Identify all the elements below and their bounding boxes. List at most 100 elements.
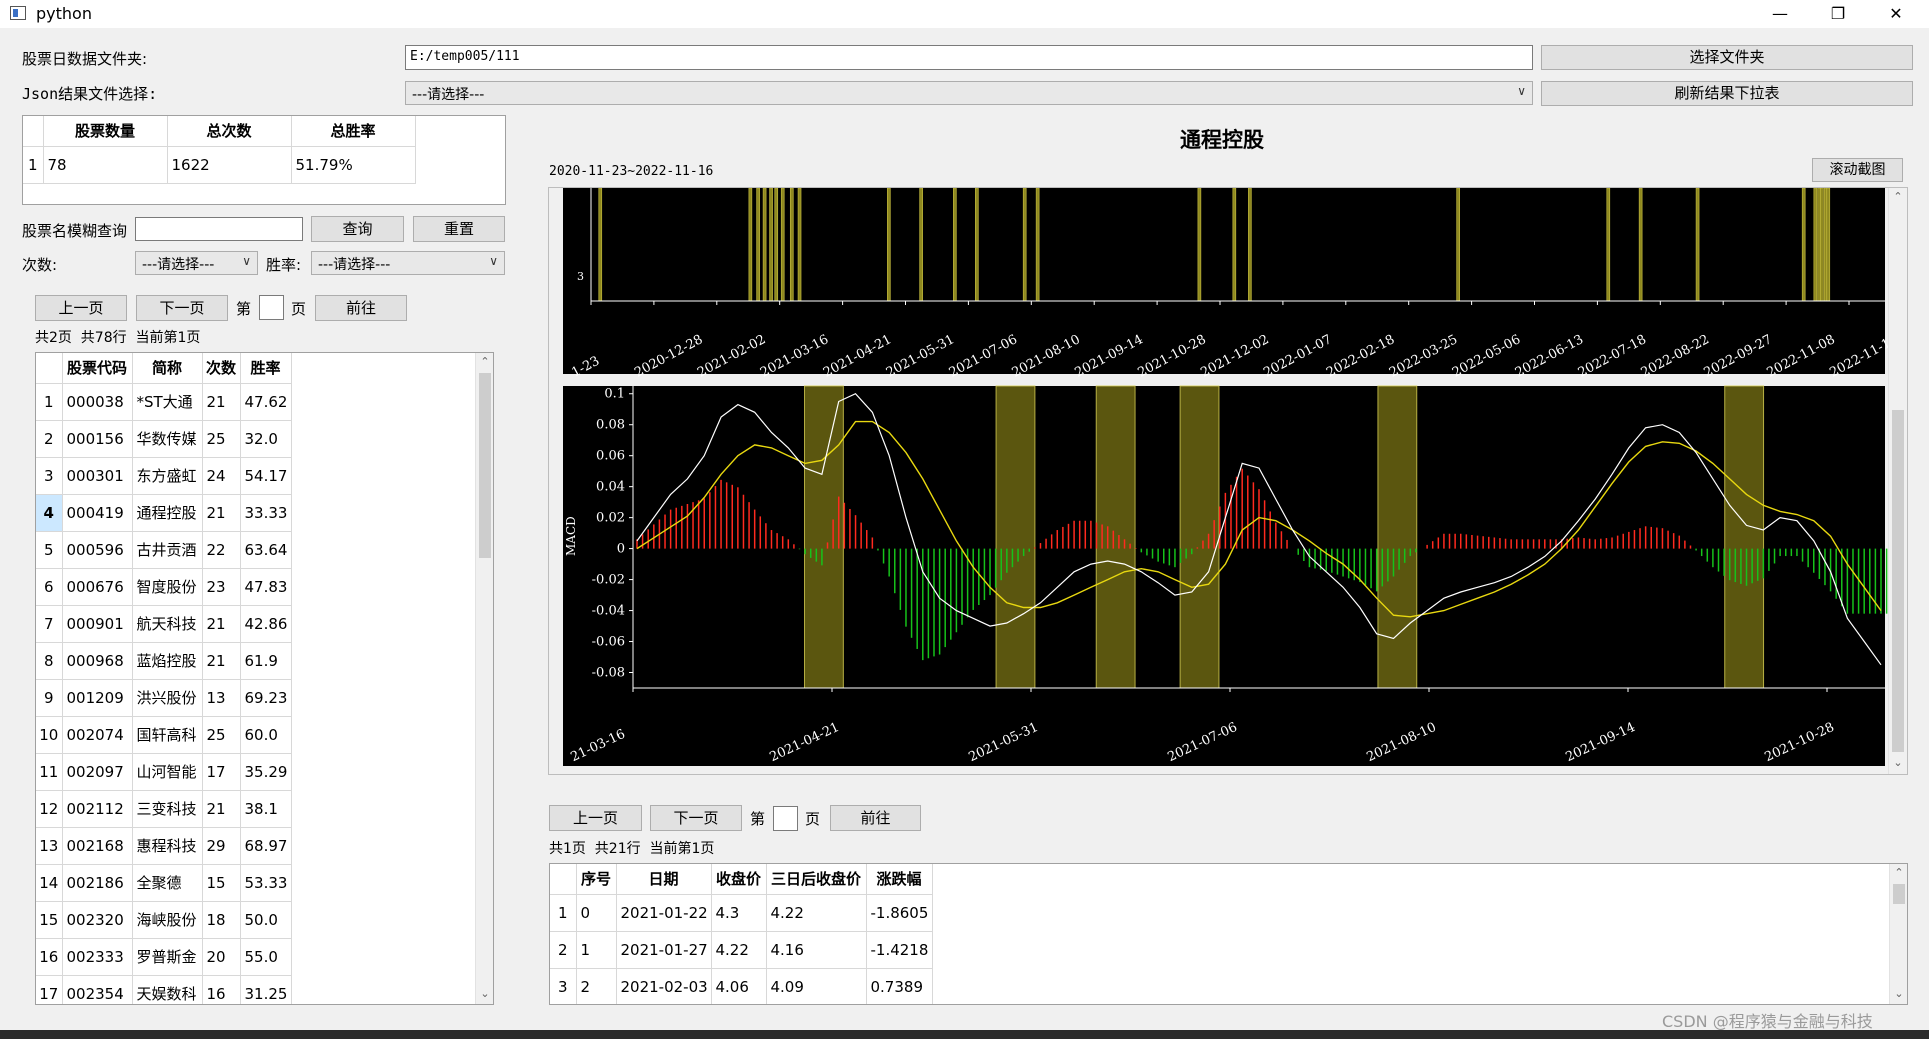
header-change[interactable]: 涨跌幅 bbox=[866, 864, 933, 895]
table-row[interactable]: 11 002097 山河智能 17 35.29 bbox=[36, 753, 292, 791]
stock-name[interactable]: 华数传媒 bbox=[132, 420, 203, 458]
stock-code[interactable]: 000596 bbox=[62, 531, 133, 569]
table-row[interactable]: 16 002333 罗普斯金 20 55.0 bbox=[36, 938, 292, 976]
table-row[interactable]: 7 000901 航天科技 21 42.86 bbox=[36, 605, 292, 643]
stock-code[interactable]: 000968 bbox=[62, 642, 133, 680]
stock-win-rate[interactable]: 68.97 bbox=[240, 827, 292, 865]
trade-close-3d[interactable]: 4.22 bbox=[766, 894, 867, 932]
stock-name[interactable]: 古井贡酒 bbox=[132, 531, 203, 569]
stock-win-rate[interactable]: 50.0 bbox=[240, 901, 292, 939]
scrollbar-thumb[interactable] bbox=[479, 373, 491, 558]
row-header[interactable]: 8 bbox=[36, 642, 63, 680]
trade-close-3d[interactable]: 4.16 bbox=[766, 931, 867, 969]
row-header[interactable]: 2 bbox=[550, 931, 577, 969]
row-header[interactable]: 16 bbox=[36, 938, 63, 976]
stock-name[interactable]: 山河智能 bbox=[132, 753, 203, 791]
stock-count[interactable]: 29 bbox=[202, 827, 241, 865]
trade-date[interactable]: 2021-01-27 bbox=[616, 931, 712, 969]
row-header[interactable]: 1 bbox=[23, 146, 44, 184]
scrollbar-thumb[interactable] bbox=[1892, 410, 1904, 752]
stock-win-rate[interactable]: 33.33 bbox=[240, 494, 292, 532]
table-row[interactable]: 13 002168 惠程科技 29 68.97 bbox=[36, 827, 292, 865]
stock-code[interactable]: 000419 bbox=[62, 494, 133, 532]
header-stock-code[interactable]: 股票代码 bbox=[62, 353, 133, 384]
stock-code[interactable]: 002074 bbox=[62, 716, 133, 754]
stock-code[interactable]: 000038 bbox=[62, 383, 133, 421]
trade-date[interactable]: 2021-02-03 bbox=[616, 968, 712, 1004]
stock-count[interactable]: 25 bbox=[202, 716, 241, 754]
stock-name[interactable]: *ST大通 bbox=[132, 383, 203, 421]
stock-count[interactable]: 22 bbox=[202, 531, 241, 569]
trade-index[interactable]: 1 bbox=[576, 931, 617, 969]
scroll-up-icon[interactable]: ⌃ bbox=[1889, 188, 1907, 206]
trade-close[interactable]: 4.3 bbox=[711, 894, 767, 932]
stock-count[interactable]: 23 bbox=[202, 568, 241, 606]
stock-count[interactable]: 17 bbox=[202, 753, 241, 791]
stock-code[interactable]: 000901 bbox=[62, 605, 133, 643]
stock-count[interactable]: 21 bbox=[202, 642, 241, 680]
stock-name[interactable]: 洪兴股份 bbox=[132, 679, 203, 717]
stock-win-rate[interactable]: 60.0 bbox=[240, 716, 292, 754]
stock-name[interactable]: 惠程科技 bbox=[132, 827, 203, 865]
left-go-button[interactable]: 前往 bbox=[315, 295, 407, 321]
stock-name[interactable]: 国轩高科 bbox=[132, 716, 203, 754]
stock-count[interactable]: 18 bbox=[202, 901, 241, 939]
summary-header-rate[interactable]: 总胜率 bbox=[291, 116, 416, 147]
stock-count[interactable]: 16 bbox=[202, 975, 241, 1004]
stock-code[interactable]: 000156 bbox=[62, 420, 133, 458]
stock-code[interactable]: 002168 bbox=[62, 827, 133, 865]
left-page-number-input[interactable] bbox=[259, 295, 284, 320]
header-win-rate[interactable]: 胜率 bbox=[240, 353, 292, 384]
stock-code[interactable]: 002186 bbox=[62, 864, 133, 902]
select-folder-button[interactable]: 选择文件夹 bbox=[1541, 45, 1913, 70]
stock-win-rate[interactable]: 53.33 bbox=[240, 864, 292, 902]
row-header[interactable]: 2 bbox=[36, 420, 63, 458]
table-row[interactable]: 12 002112 三变科技 21 38.1 bbox=[36, 790, 292, 828]
row-header[interactable]: 10 bbox=[36, 716, 63, 754]
trade-date[interactable]: 2021-01-22 bbox=[616, 894, 712, 932]
table-row[interactable]: 1 000038 *ST大通 21 47.62 bbox=[36, 383, 292, 421]
row-header[interactable]: 1 bbox=[550, 894, 577, 932]
stock-name[interactable]: 罗普斯金 bbox=[132, 938, 203, 976]
chart-scrollbar[interactable]: ⌃ ⌄ bbox=[1888, 188, 1906, 774]
row-header[interactable]: 9 bbox=[36, 679, 63, 717]
right-prev-page-button[interactable]: 上一页 bbox=[549, 805, 642, 831]
row-header[interactable]: 15 bbox=[36, 901, 63, 939]
scroll-down-icon[interactable]: ⌄ bbox=[1890, 985, 1907, 1003]
query-button[interactable]: 查询 bbox=[311, 216, 404, 242]
stock-count[interactable]: 15 bbox=[202, 864, 241, 902]
stock-count[interactable]: 25 bbox=[202, 420, 241, 458]
stock-name[interactable]: 东方盛虹 bbox=[132, 457, 203, 495]
stock-name[interactable]: 航天科技 bbox=[132, 605, 203, 643]
summary-header-count[interactable]: 股票数量 bbox=[43, 116, 168, 147]
stock-code[interactable]: 002112 bbox=[62, 790, 133, 828]
header-close[interactable]: 收盘价 bbox=[711, 864, 767, 895]
summary-win-rate[interactable]: 51.79% bbox=[291, 146, 416, 184]
stock-code[interactable]: 002320 bbox=[62, 901, 133, 939]
trade-close[interactable]: 4.06 bbox=[711, 968, 767, 1004]
stock-win-rate[interactable]: 35.29 bbox=[240, 753, 292, 791]
row-header[interactable]: 3 bbox=[36, 457, 63, 495]
row-header[interactable]: 17 bbox=[36, 975, 63, 1004]
stock-name[interactable]: 通程控股 bbox=[132, 494, 203, 532]
stock-name[interactable]: 智度股份 bbox=[132, 568, 203, 606]
trade-close[interactable]: 4.22 bbox=[711, 931, 767, 969]
trade-table-scrollbar[interactable]: ⌃ ⌄ bbox=[1889, 864, 1907, 1004]
row-header[interactable]: 11 bbox=[36, 753, 63, 791]
scroll-up-icon[interactable]: ⌃ bbox=[476, 353, 493, 371]
right-next-page-button[interactable]: 下一页 bbox=[650, 805, 742, 831]
stock-win-rate[interactable]: 54.17 bbox=[240, 457, 292, 495]
stock-win-rate[interactable]: 47.62 bbox=[240, 383, 292, 421]
table-row[interactable]: 2 1 2021-01-27 4.22 4.16 -1.4218 bbox=[550, 931, 933, 969]
stock-name[interactable]: 蓝焰控股 bbox=[132, 642, 203, 680]
table-row[interactable]: 15 002320 海峡股份 18 50.0 bbox=[36, 901, 292, 939]
stock-name[interactable]: 全聚德 bbox=[132, 864, 203, 902]
stock-code[interactable]: 000301 bbox=[62, 457, 133, 495]
trade-change[interactable]: -1.4218 bbox=[866, 931, 933, 969]
row-header[interactable]: 7 bbox=[36, 605, 63, 643]
trade-close-3d[interactable]: 4.09 bbox=[766, 968, 867, 1004]
maximize-icon[interactable]: ❐ bbox=[1815, 0, 1861, 28]
stock-count[interactable]: 21 bbox=[202, 383, 241, 421]
table-row[interactable]: 14 002186 全聚德 15 53.33 bbox=[36, 864, 292, 902]
scroll-down-icon[interactable]: ⌄ bbox=[1889, 754, 1907, 772]
